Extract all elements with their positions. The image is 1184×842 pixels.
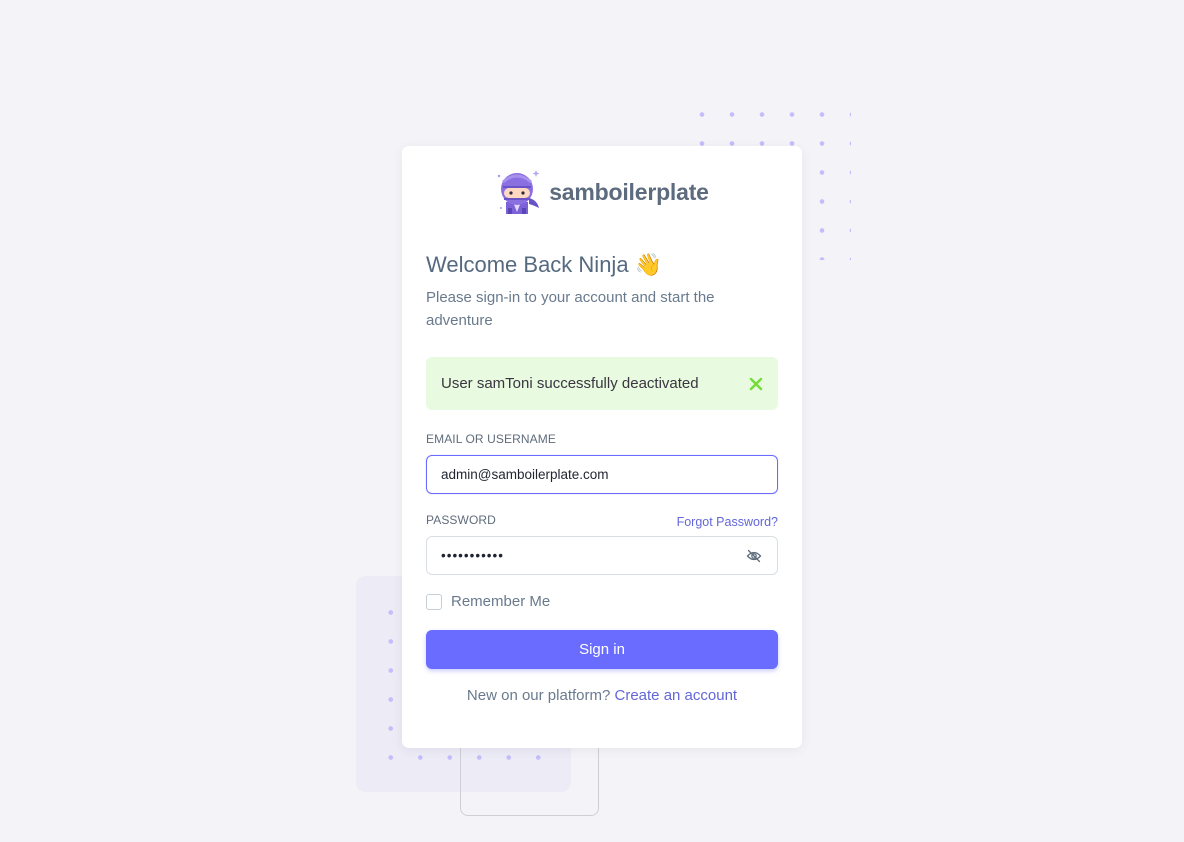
remember-me-checkbox[interactable] <box>426 593 442 610</box>
password-field[interactable] <box>426 536 778 575</box>
create-account-link[interactable]: Create an account <box>615 687 738 704</box>
brand-name: samboilerplate <box>549 178 709 205</box>
alert-message: User samToni successfully deactivated <box>441 375 699 392</box>
welcome-title: Welcome Back Ninja 👋 <box>426 252 663 277</box>
brand: samboilerplate <box>402 168 802 216</box>
welcome-subtitle: Please sign-in to your account and start… <box>426 289 715 329</box>
email-field[interactable] <box>426 455 778 494</box>
close-icon[interactable] <box>748 376 764 392</box>
success-alert: User samToni successfully deactivated <box>426 357 778 410</box>
ninja-mascot-icon <box>498 170 540 214</box>
login-card: samboilerplate Welcome Back Ninja 👋 Plea… <box>402 146 802 748</box>
signup-prompt: New on our platform? Create an account <box>402 687 802 704</box>
remember-me[interactable]: Remember Me <box>426 593 550 610</box>
email-label: EMAIL OR USERNAME <box>426 432 556 446</box>
password-label: PASSWORD <box>426 513 496 527</box>
signup-prompt-text: New on our platform? <box>466 687 615 704</box>
sign-in-button[interactable]: Sign in <box>426 630 778 669</box>
forgot-password-link[interactable]: Forgot Password? <box>677 515 778 529</box>
eye-off-icon[interactable] <box>746 548 762 564</box>
remember-me-label: Remember Me <box>451 593 551 610</box>
